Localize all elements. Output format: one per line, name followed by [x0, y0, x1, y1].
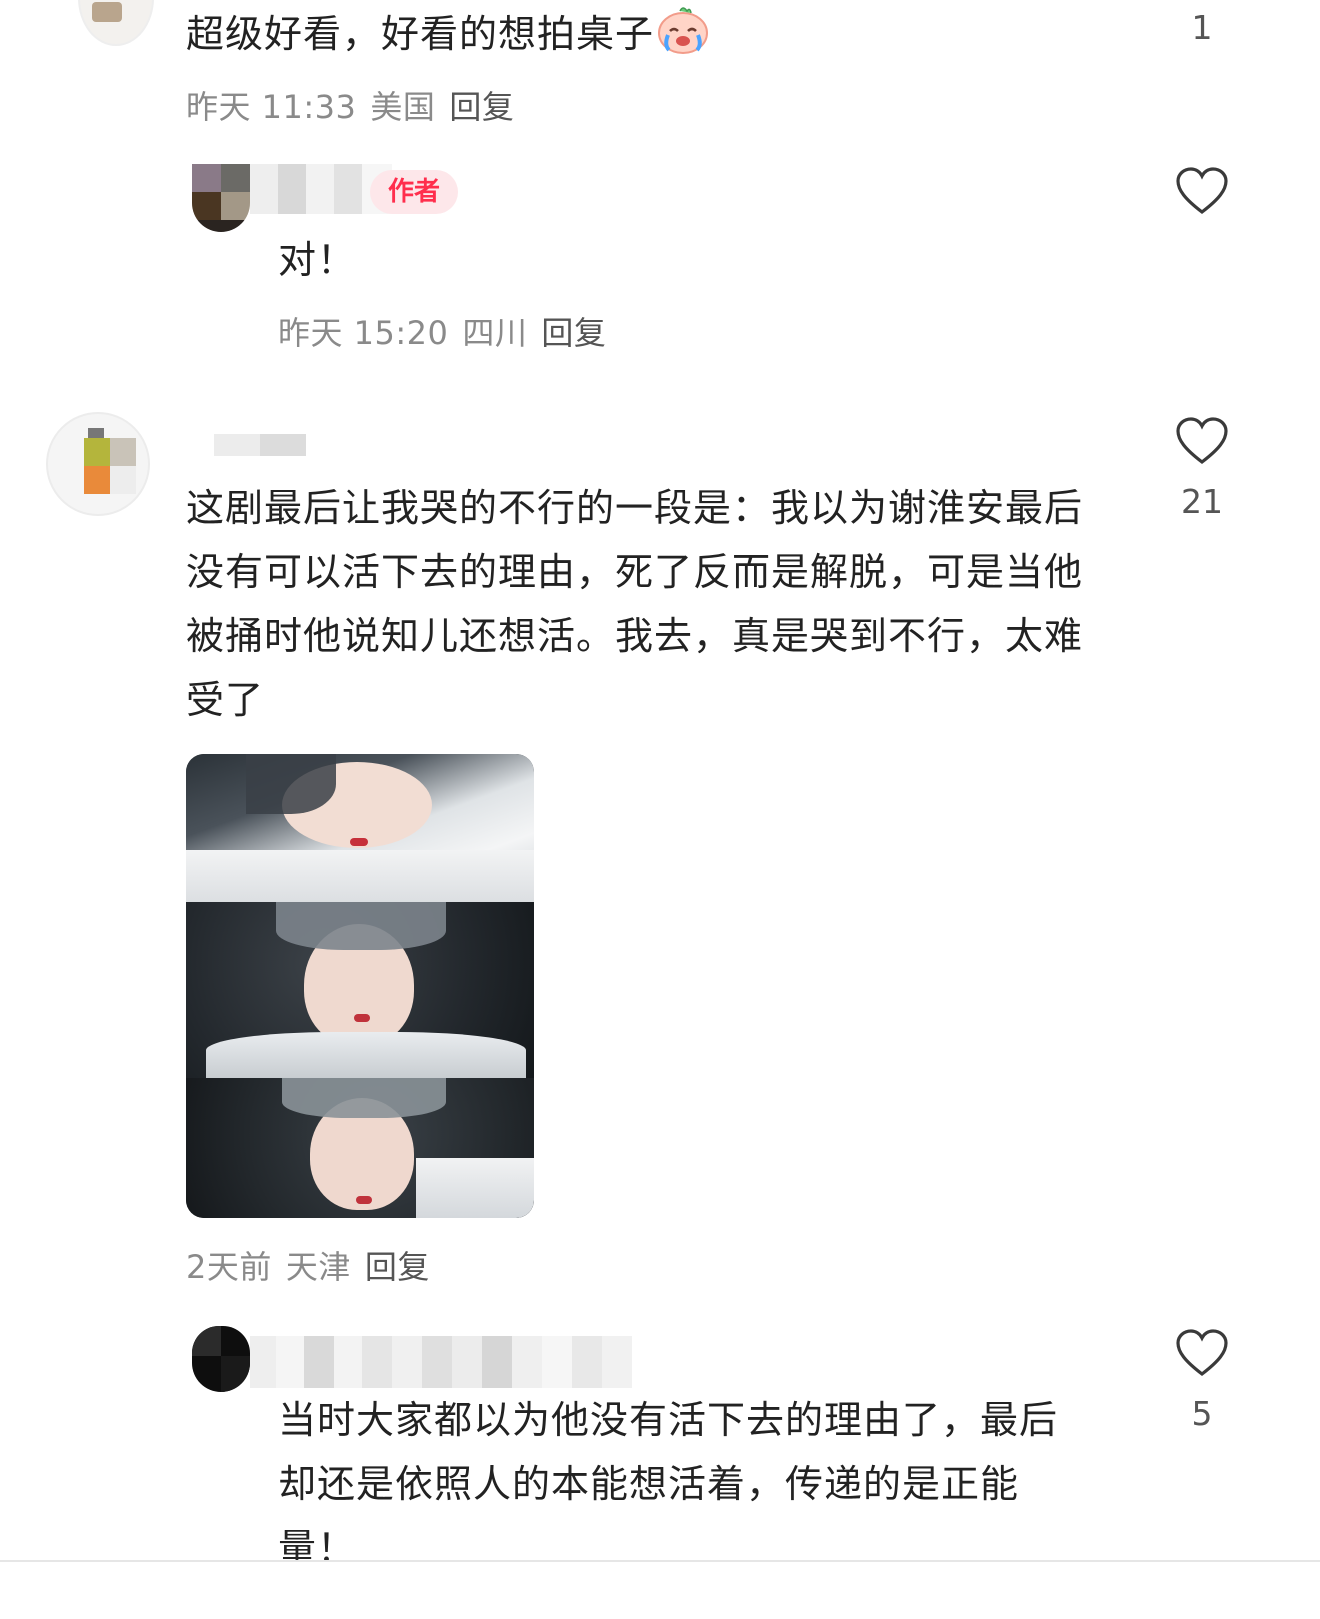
comment-time: 2天前 [186, 1248, 272, 1286]
comment-text: 对！ [278, 238, 357, 282]
reply-button[interactable]: 回复 [365, 1248, 430, 1286]
comment-text: 当时大家都以为他没有活下去的理由了，最后 却还是依照人的本能想活着，传递的是正能… [278, 1388, 1138, 1580]
like-button[interactable] [1175, 166, 1229, 220]
like-button[interactable] [1175, 416, 1229, 470]
comment-meta: 2天前 天津 回复 [186, 1242, 430, 1288]
like-count: 21 [1181, 482, 1223, 521]
comment-text: 这剧最后让我哭的不行的一段是：我以为谢淮安最后 没有可以活下去的理由，死了反而是… [186, 476, 1146, 732]
comment-meta: 昨天 15:20 四川 回复 [278, 308, 606, 354]
avatar[interactable] [46, 412, 150, 516]
heart-icon [1176, 417, 1228, 465]
comment-line: 当时大家都以为他没有活下去的理由了，最后 [278, 1398, 1059, 1442]
comment-text: 超级好看，好看的想拍桌子 [186, 2, 710, 76]
comment-meta: 昨天 11:33 美国 回复 [186, 82, 514, 128]
avatar[interactable] [192, 164, 250, 232]
image-panel [186, 902, 534, 1078]
comment-line: 这剧最后让我哭的不行的一段是：我以为谢淮安最后 [186, 486, 1084, 530]
comment-line: 没有可以活下去的理由，死了反而是解脱，可是当他 [186, 550, 1084, 594]
reply-button[interactable]: 回复 [449, 88, 514, 126]
heart-icon [1176, 1329, 1228, 1377]
comment-line: 被捅时他说知儿还想活。我去，真是哭到不行，太难 [186, 614, 1084, 658]
comment-time: 昨天 11:33 [186, 88, 357, 126]
heart-icon [1176, 167, 1228, 215]
bottom-mask [0, 1562, 1320, 1619]
like-button[interactable] [1175, 1328, 1229, 1382]
like-count: 5 [1191, 1394, 1213, 1433]
like-count[interactable]: 1 [1162, 8, 1242, 47]
reply-button[interactable]: 回复 [541, 314, 606, 352]
author-badge: 作者 [370, 170, 459, 214]
comment-image[interactable] [186, 754, 534, 1218]
comment-time: 昨天 15:20 [278, 314, 449, 352]
image-panel [186, 754, 534, 902]
comment-location: 美国 [370, 88, 436, 126]
username-blurred[interactable] [214, 434, 306, 456]
comment-location: 天津 [285, 1248, 351, 1286]
avatar[interactable] [78, 0, 154, 46]
image-panel [186, 1078, 534, 1218]
comment-line: 却还是依照人的本能想活着，传递的是正能 [278, 1462, 1020, 1506]
username-blurred[interactable] [250, 1336, 632, 1388]
avatar[interactable] [192, 1326, 250, 1392]
comment-line: 受了 [186, 678, 265, 722]
crying-face-icon [656, 3, 710, 76]
comment-location: 四川 [462, 314, 528, 352]
